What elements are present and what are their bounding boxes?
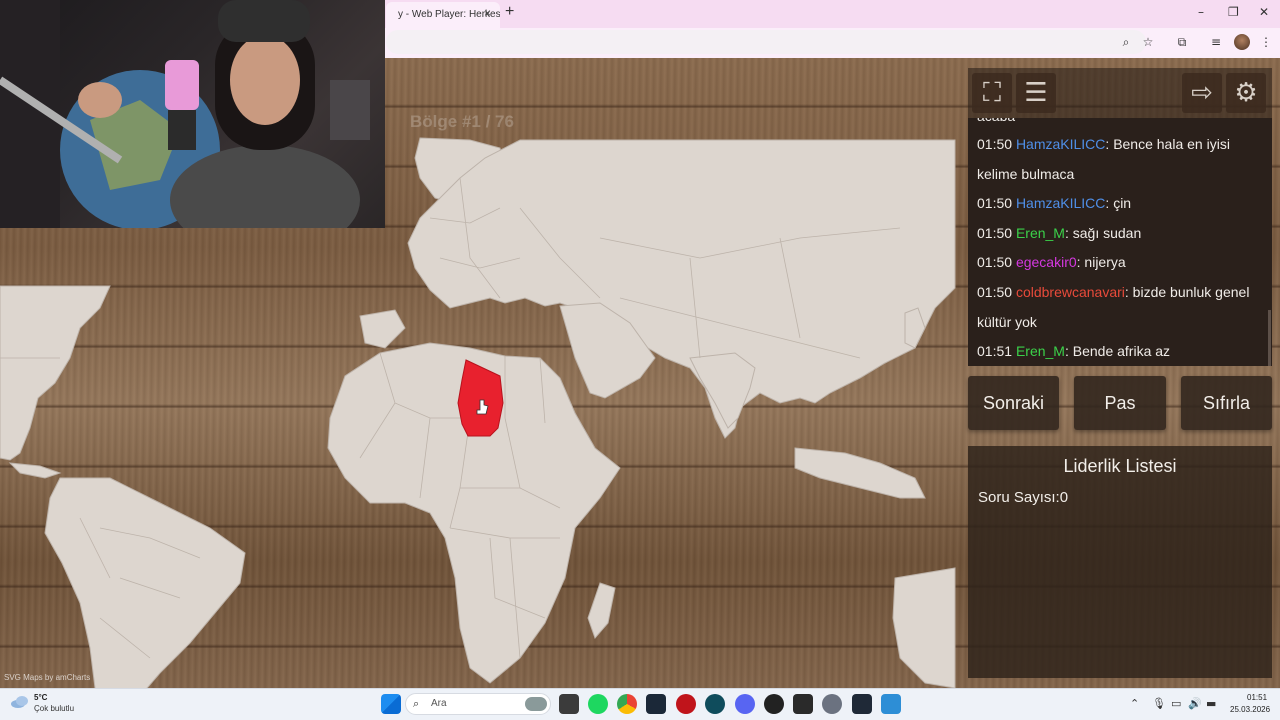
map-iberia[interactable] [359, 309, 406, 349]
weather-temperature[interactable]: 5°C [34, 693, 47, 702]
pass-button[interactable]: Pas [1074, 376, 1166, 430]
epic-games-icon[interactable] [793, 694, 813, 714]
search-icon: ⌕ [413, 697, 420, 710]
map-north-america[interactable] [0, 285, 111, 461]
chat-message: 01:50 egecakir0: nijerya [977, 254, 1126, 270]
map-credit: SVG Maps by amCharts [4, 673, 91, 682]
chat-user: Eren_M [1015, 225, 1065, 241]
chat-time: 01:50 [977, 195, 1013, 211]
map-indonesia[interactable] [794, 447, 926, 499]
chat-time: 01:50 [977, 225, 1013, 241]
chat-text: Bende afrika az [1072, 343, 1171, 359]
extensions-icon[interactable]: ⧉ [1174, 34, 1190, 50]
leaderboard-title: Liderlik Listesi [1063, 456, 1177, 476]
map-australia[interactable] [892, 567, 956, 688]
webcam-overlay [0, 0, 385, 228]
clock-time[interactable]: 01:51 [1247, 693, 1267, 702]
address-bar[interactable] [386, 30, 1146, 54]
minimize-button[interactable]: – [1198, 5, 1204, 19]
chat-user: egecakir0 [1015, 254, 1077, 270]
app-c-icon[interactable] [705, 694, 725, 714]
settings-gear-icon[interactable]: ⚙ [1226, 73, 1266, 113]
windows-start-icon[interactable] [381, 694, 401, 714]
chat-text: sağı sudan [1072, 225, 1142, 241]
map-india[interactable] [689, 352, 756, 429]
chat-user: Eren_M [1015, 343, 1065, 359]
chat-message: 01:50 HamzaKILICC: çin [977, 195, 1132, 211]
bookmark-star-icon[interactable]: ☆ [1140, 34, 1156, 50]
chrome-icon[interactable] [617, 694, 637, 714]
chat-scrollbar[interactable] [1268, 310, 1271, 366]
exit-icon[interactable]: ⇨ [1182, 73, 1222, 113]
chat-user: HamzaKILICC [1015, 195, 1106, 211]
tray-chevron-icon[interactable]: ⌃ [1130, 697, 1139, 710]
chat-message: 01:50 coldbrewcanavari: bizde bunluk gen… [977, 284, 1250, 330]
close-window-button[interactable]: ✕ [1259, 5, 1269, 19]
microphone-icon[interactable]: 🎙 [1152, 697, 1166, 710]
chat-user: coldbrewcanavari [1015, 284, 1125, 300]
volume-icon[interactable]: 🔊 [1188, 697, 1202, 710]
chat-message: 01:51 Eren_M: Bende afrika az [977, 343, 1171, 359]
app-photos-icon[interactable] [881, 694, 901, 714]
chat-time: 01:50 [977, 136, 1013, 152]
chat-time: 01:51 [977, 343, 1013, 359]
next-button[interactable]: Sonraki [968, 376, 1059, 430]
app-terminal-icon[interactable] [852, 694, 872, 714]
chat-message: 01:50 HamzaKILICC: Bence hala en iyisi k… [977, 136, 1230, 182]
notes-icon[interactable]: ☰ [1016, 73, 1056, 113]
map-caribbean[interactable] [8, 462, 62, 479]
chat-text: nijerya [1084, 254, 1126, 270]
fullscreen-icon[interactable]: ⛶ [972, 73, 1012, 113]
chat-user: HamzaKILICC [1015, 136, 1106, 152]
app-red-icon[interactable] [676, 694, 696, 714]
app-dark-icon[interactable] [764, 694, 784, 714]
file-explorer-icon[interactable] [559, 694, 579, 714]
new-tab-button[interactable]: + [505, 3, 514, 21]
webcam-image [0, 0, 370, 228]
search-placeholder: Ara [431, 698, 447, 709]
settings-app-icon[interactable] [822, 694, 842, 714]
leaderboard-panel [968, 446, 1272, 678]
battery-icon[interactable]: ▬ [1206, 697, 1216, 710]
map-south-america[interactable] [44, 477, 246, 688]
network-icon[interactable]: ▭ [1171, 697, 1181, 710]
browser-tab[interactable]: y - Web Player: Herkes iç [386, 2, 500, 28]
restore-button[interactable]: ❐ [1228, 5, 1239, 19]
map-madagascar[interactable] [587, 582, 616, 639]
chat-time: 01:50 [977, 284, 1013, 300]
chat-text: çin [1113, 195, 1132, 211]
media-controls-icon[interactable]: ≡ [1208, 34, 1224, 50]
zoom-icon[interactable]: ⌕ [1118, 34, 1134, 50]
search-highlight-icon [525, 697, 547, 711]
windows-taskbar [0, 688, 1280, 720]
weather-description[interactable]: Çok bulutlu [34, 704, 74, 713]
chat-time: 01:50 [977, 254, 1013, 270]
cloud-icon[interactable] [10, 695, 30, 709]
steam-icon[interactable] [646, 694, 666, 714]
spotify-icon[interactable] [588, 694, 608, 714]
browser-menu-icon[interactable]: ⋮ [1258, 34, 1274, 50]
discord-icon[interactable] [735, 694, 755, 714]
tab-close-icon[interactable]: × [484, 6, 491, 20]
region-counter: Bölge #1 / 76 [410, 112, 514, 131]
clock-date[interactable]: 25.03.2026 [1230, 705, 1270, 714]
chat-message: 01:50 Eren_M: sağı sudan [977, 225, 1142, 241]
reset-button[interactable]: Sıfırla [1181, 376, 1272, 430]
question-count: Soru Sayısı:0 [978, 489, 1069, 506]
profile-avatar[interactable] [1234, 34, 1250, 50]
